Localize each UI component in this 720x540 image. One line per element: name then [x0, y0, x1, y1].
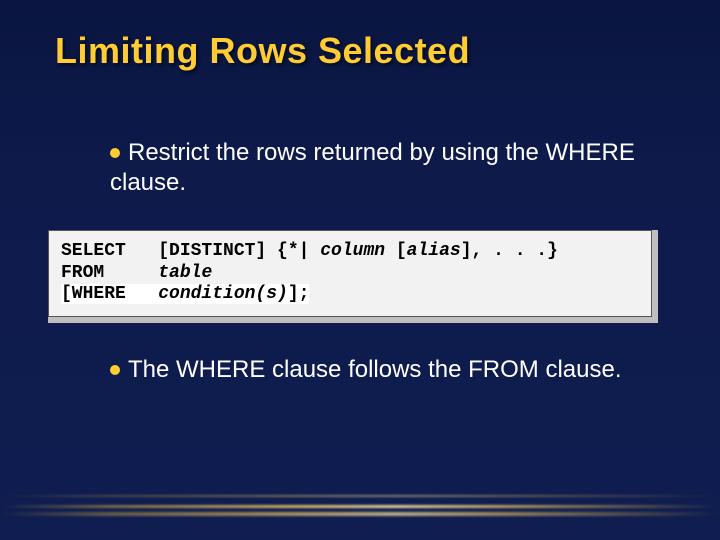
decorative-ribbon [0, 512, 720, 516]
code-italic: column [320, 241, 385, 261]
bullet-icon [110, 148, 120, 158]
bullet-text: The WHERE clause follows the FROM clause… [128, 356, 622, 383]
code-text: ]; [288, 284, 310, 304]
code-italic: alias [407, 241, 461, 261]
decorative-ribbon [0, 495, 720, 497]
code-text: [DISTINCT] {*| [158, 241, 320, 261]
bullet-item: Restrict the rows returned by using the … [110, 138, 680, 198]
bullet-item: The WHERE clause follows the FROM clause… [110, 355, 680, 385]
bullet-icon [110, 365, 120, 375]
code-italic: table [158, 263, 212, 283]
code-block: SELECT [DISTINCT] {*| column [alias], . … [48, 230, 652, 317]
keyword-where: [WHERE [61, 284, 126, 304]
decorative-ribbon [0, 505, 720, 508]
code-block-shadow: SELECT [DISTINCT] {*| column [alias], . … [48, 230, 658, 323]
code-text: ], . . .} [461, 241, 558, 261]
code-text: [ [385, 241, 407, 261]
keyword-select: SELECT [61, 241, 126, 261]
page-title: Limiting Rows Selected [55, 30, 470, 72]
bullet-text: Restrict the rows returned by using the … [110, 139, 635, 196]
keyword-from: FROM [61, 263, 104, 283]
code-italic: condition(s) [158, 284, 288, 304]
